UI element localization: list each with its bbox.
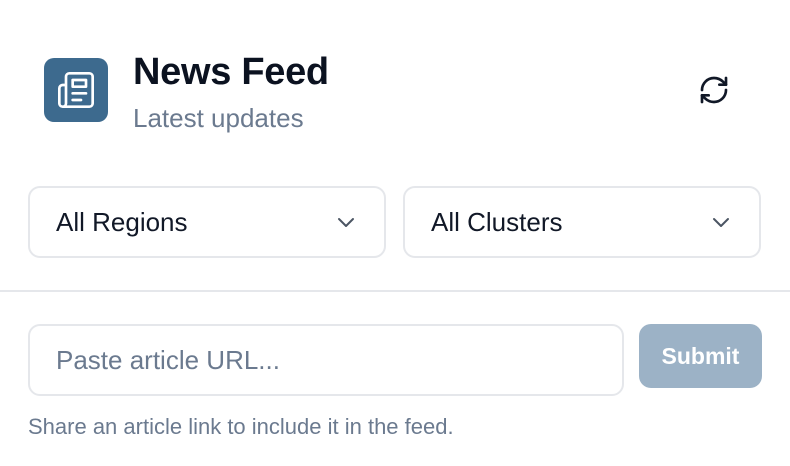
region-select-value: All Regions xyxy=(56,206,188,237)
refresh-icon xyxy=(698,74,730,111)
article-url-input[interactable] xyxy=(28,324,624,396)
newspaper-icon xyxy=(44,58,108,122)
page-title: News Feed xyxy=(133,51,329,93)
helper-text: Share an article link to include it in t… xyxy=(28,414,454,439)
page-subtitle: Latest updates xyxy=(133,103,304,133)
section-divider xyxy=(0,290,790,292)
cluster-select[interactable]: All Clusters xyxy=(403,186,761,258)
region-select[interactable]: All Regions xyxy=(28,186,386,258)
cluster-select-value: All Clusters xyxy=(431,206,563,237)
chevron-down-icon xyxy=(709,210,733,234)
chevron-down-icon xyxy=(334,210,358,234)
feed-header: News Feed Latest updates xyxy=(44,50,744,140)
submit-button[interactable]: Submit xyxy=(639,324,762,388)
refresh-button[interactable] xyxy=(694,72,734,112)
